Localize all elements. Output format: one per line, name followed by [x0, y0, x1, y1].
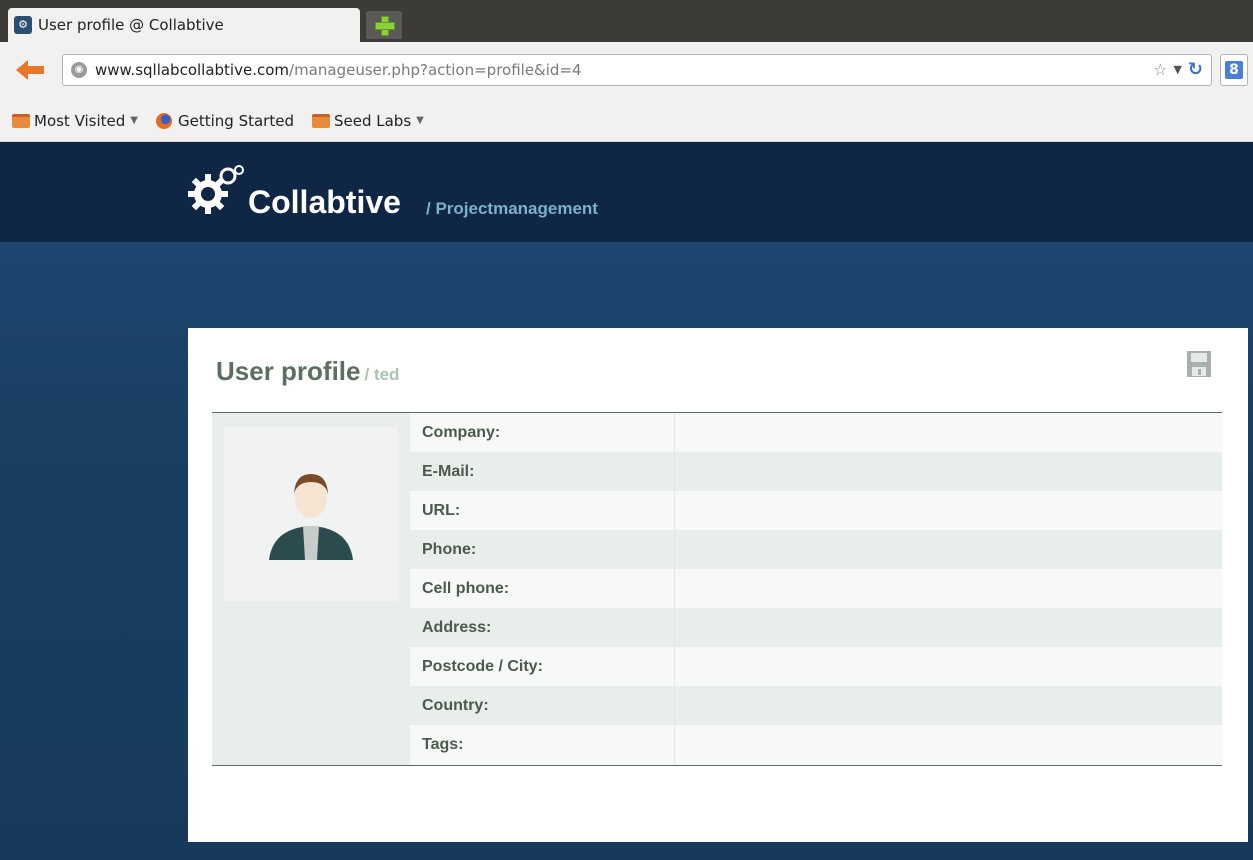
table-row: Tags: — [410, 725, 1222, 765]
url-domain: www.sqllabcollabtive.com — [95, 61, 290, 79]
profile-username: / ted — [364, 365, 400, 384]
site-header: Collabtive / Projectmanagement — [0, 142, 1253, 242]
table-row: Postcode / City: — [410, 647, 1222, 686]
back-button[interactable] — [10, 56, 50, 84]
google-icon: 8 — [1225, 61, 1243, 79]
history-dropdown-icon[interactable]: ▼ — [1173, 63, 1181, 76]
field-value — [674, 569, 1222, 608]
url-text: www.sqllabcollabtive.com/manageuser.php?… — [95, 61, 582, 79]
browser-tab-bar: ⚙ User profile @ Collabtive — [0, 0, 1253, 42]
field-value — [674, 452, 1222, 491]
folder-icon — [12, 113, 30, 128]
tab-title: User profile @ Collabtive — [38, 16, 224, 34]
field-label: Postcode / City: — [410, 647, 674, 686]
field-value — [674, 608, 1222, 647]
bookmark-label: Seed Labs — [333, 111, 412, 130]
field-value — [674, 530, 1222, 569]
field-label: Address: — [410, 608, 674, 647]
field-label: E-Mail: — [410, 452, 674, 491]
bookmark-seed-labs[interactable]: Seed Labs ▼ — [311, 111, 424, 130]
table-row: Country: — [410, 686, 1222, 725]
url-bar[interactable]: ◉ www.sqllabcollabtive.com/manageuser.ph… — [62, 54, 1212, 86]
url-path: /manageuser.php?action=profile&id=4 — [289, 61, 582, 79]
browser-nav-bar: ◉ www.sqllabcollabtive.com/manageuser.ph… — [0, 42, 1253, 100]
back-arrow-tail — [28, 66, 44, 74]
save-icon[interactable] — [1186, 350, 1212, 378]
avatar-cell — [212, 413, 410, 765]
table-row: Company: — [410, 413, 1222, 452]
field-value — [674, 413, 1222, 452]
folder-icon — [311, 113, 330, 128]
chevron-down-icon: ▼ — [416, 115, 424, 126]
user-avatar-icon — [269, 474, 353, 560]
field-label: Cell phone: — [410, 569, 674, 608]
app-subtitle: / Projectmanagement — [426, 199, 598, 218]
web-page: Collabtive / Projectmanagement User prof… — [0, 142, 1253, 860]
field-label: Company: — [410, 413, 674, 452]
bookmark-star-icon[interactable]: ☆ — [1153, 60, 1167, 79]
browser-tab[interactable]: ⚙ User profile @ Collabtive — [8, 8, 360, 42]
globe-icon: ◉ — [71, 62, 87, 78]
page-title-text: User profile — [216, 356, 361, 386]
table-row: Phone: — [410, 530, 1222, 569]
app-name[interactable]: Collabtive — [248, 184, 401, 221]
bookmark-label: Most Visited — [34, 111, 126, 130]
field-label: Country: — [410, 686, 674, 725]
reload-icon[interactable]: ↻ — [1188, 59, 1203, 80]
table-row: Cell phone: — [410, 569, 1222, 608]
plus-icon — [375, 16, 395, 36]
field-value — [674, 647, 1222, 686]
avatar — [224, 427, 398, 601]
back-arrow-icon — [16, 60, 28, 80]
field-value — [674, 725, 1222, 765]
field-label: Phone: — [410, 530, 674, 569]
field-label: URL: — [410, 491, 674, 530]
field-value — [674, 491, 1222, 530]
chevron-down-icon: ▼ — [130, 115, 138, 126]
firefox-icon — [156, 112, 172, 129]
new-tab-button[interactable] — [366, 11, 402, 39]
search-engine-button[interactable]: 8 — [1220, 54, 1248, 86]
profile-panel: User profile / ted Company: E-Mail: URL: Ph — [188, 328, 1248, 842]
field-label: Tags: — [410, 725, 674, 765]
table-row: E-Mail: — [410, 452, 1222, 491]
profile-table: Company: E-Mail: URL: Phone: Cell phone: Addr… — [212, 412, 1222, 766]
table-row: Address: — [410, 608, 1222, 647]
table-row: URL: — [410, 491, 1222, 530]
bookmark-label: Getting Started — [178, 111, 294, 130]
bookmark-getting-started[interactable]: Getting Started — [156, 112, 294, 130]
gear-logo-icon[interactable] — [186, 162, 244, 220]
field-value — [674, 686, 1222, 725]
url-bar-actions: ☆ ▼ ↻ — [1153, 59, 1203, 80]
profile-fields: Company: E-Mail: URL: Phone: Cell phone: Addr… — [410, 413, 1222, 765]
page-title: User profile / ted — [216, 356, 399, 387]
collabtive-favicon-icon: ⚙ — [14, 16, 32, 34]
bookmark-most-visited[interactable]: Most Visited ▼ — [12, 112, 138, 130]
bookmarks-bar: Most Visited ▼ Getting Started Seed Labs… — [0, 100, 1253, 142]
